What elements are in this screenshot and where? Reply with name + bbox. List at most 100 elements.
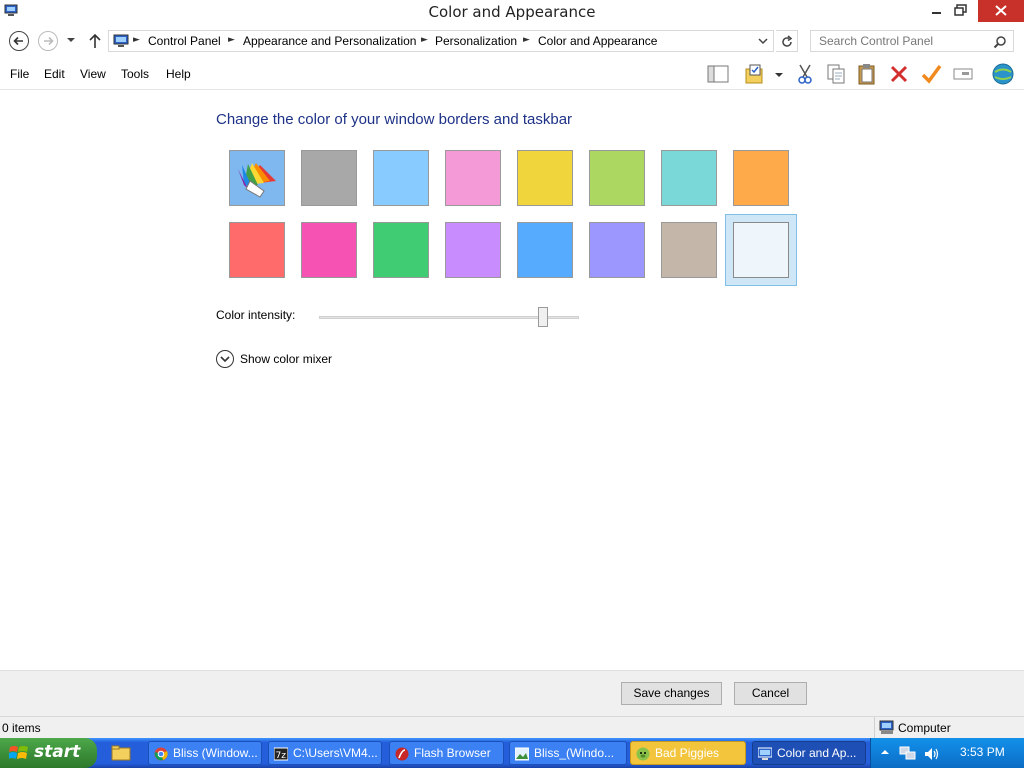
up-arrow-icon[interactable] — [88, 33, 102, 49]
forward-button[interactable] — [38, 31, 58, 51]
close-icon — [995, 5, 1007, 16]
color-swatch-sky[interactable] — [373, 150, 429, 206]
globe-icon[interactable] — [990, 63, 1016, 85]
copy-icon[interactable] — [825, 63, 847, 85]
chevron-down-icon — [220, 356, 230, 363]
status-bar: 0 items Computer — [0, 716, 1024, 739]
file-explorer-icon[interactable] — [111, 744, 131, 762]
show-color-mixer-link[interactable]: Show color mixer — [240, 352, 332, 366]
taskbar: start Bliss (Window... 7z C:\Users\VM4... F… — [0, 738, 1024, 768]
breadcrumb-separator[interactable]: ► — [523, 35, 530, 45]
taskbar-task-label: Bliss (Window... — [173, 746, 258, 760]
color-swatch-taupe[interactable] — [661, 222, 717, 278]
color-swatch-blue[interactable] — [517, 222, 573, 278]
menu-help[interactable]: Help — [166, 67, 191, 81]
menu-view[interactable]: View — [80, 67, 106, 81]
color-swatch-frost[interactable] — [733, 222, 789, 278]
color-swatch-teal[interactable] — [661, 150, 717, 206]
save-changes-button[interactable]: Save changes — [621, 682, 722, 705]
color-swatch-periwinkle[interactable] — [589, 222, 645, 278]
computer-icon — [879, 720, 894, 734]
taskbar-task-label: Color and Ap... — [777, 746, 857, 760]
breadcrumb-appearance-personalization[interactable]: Appearance and Personalization — [243, 34, 416, 48]
windows-logo-icon — [9, 746, 28, 759]
paste-icon[interactable] — [856, 63, 878, 85]
svg-text:7z: 7z — [276, 751, 287, 761]
cut-icon[interactable] — [794, 63, 816, 85]
menu-bar: File Edit View Tools Help — [0, 58, 1024, 90]
taskbar-task-label: Flash Browser — [414, 746, 491, 760]
taskbar-task[interactable]: Color and Ap... — [752, 741, 866, 765]
search-input[interactable]: Search Control Panel — [810, 30, 1014, 52]
layout-pane-icon[interactable] — [707, 63, 729, 85]
close-button[interactable] — [978, 0, 1024, 22]
cancel-button[interactable]: Cancel — [734, 682, 807, 705]
search-icon[interactable] — [993, 35, 1007, 49]
color-swatch-automatic[interactable] — [229, 150, 285, 206]
restore-icon — [954, 4, 967, 16]
color-swatch-lime[interactable] — [589, 150, 645, 206]
system-tray: 3:53 PM — [870, 738, 1024, 768]
menu-edit[interactable]: Edit — [44, 67, 65, 81]
breadcrumb-color-appearance[interactable]: Color and Appearance — [538, 34, 657, 48]
breadcrumb-personalization[interactable]: Personalization — [435, 34, 517, 48]
folder-properties-icon[interactable] — [744, 63, 766, 85]
color-swatch-gray[interactable] — [301, 150, 357, 206]
breadcrumb-control-panel[interactable]: Control Panel — [148, 34, 221, 48]
search-placeholder: Search Control Panel — [819, 34, 934, 48]
color-swatch-green[interactable] — [373, 222, 429, 278]
back-button[interactable] — [9, 31, 29, 51]
volume-icon[interactable] — [923, 746, 941, 762]
chevron-down-icon[interactable] — [772, 63, 786, 85]
color-swatch-yellow[interactable] — [517, 150, 573, 206]
refresh-button[interactable] — [776, 30, 798, 52]
flash-icon — [395, 747, 409, 761]
taskbar-task-label: Bliss_(Windo... — [534, 746, 615, 760]
forward-arrow-icon — [44, 36, 54, 46]
chevron-down-icon[interactable] — [757, 34, 769, 48]
image-icon — [515, 747, 529, 761]
taskbar-task[interactable]: 7z C:\Users\VM4... — [268, 741, 382, 765]
taskbar-task[interactable]: Bliss_(Windo... — [509, 741, 627, 765]
menu-tools[interactable]: Tools — [121, 67, 149, 81]
restore-button[interactable] — [944, 0, 978, 22]
color-swatch-magenta[interactable] — [301, 222, 357, 278]
control-panel-icon — [113, 34, 129, 47]
clock[interactable]: 3:53 PM — [960, 745, 1005, 759]
recent-locations-icon[interactable] — [66, 36, 76, 44]
title-bar: Color and Appearance — [0, 0, 1024, 24]
taskbar-task-label: C:\Users\VM4... — [293, 746, 378, 760]
back-arrow-icon — [13, 36, 23, 46]
piggy-icon — [636, 747, 650, 761]
check-icon[interactable] — [920, 63, 942, 85]
menu-file[interactable]: File — [10, 67, 29, 81]
breadcrumb-separator[interactable]: ► — [228, 35, 235, 45]
color-swatch-violet[interactable] — [445, 222, 501, 278]
slider-thumb[interactable] — [537, 307, 548, 327]
taskbar-task-label: Bad Piggies — [655, 746, 720, 760]
network-icon[interactable] — [899, 746, 917, 762]
button-bar: Save changes Cancel — [0, 670, 1024, 716]
breadcrumb-separator[interactable]: ► — [421, 35, 428, 45]
window-title: Color and Appearance — [428, 3, 596, 21]
delete-icon[interactable] — [888, 63, 910, 85]
color-swatch-red[interactable] — [229, 222, 285, 278]
start-label: start — [34, 742, 81, 762]
address-bar[interactable]: ► Control Panel ► Appearance and Persona… — [108, 30, 774, 52]
refresh-icon — [782, 35, 793, 47]
color-swatch-orange[interactable] — [733, 150, 789, 206]
start-button[interactable]: start — [0, 738, 97, 768]
rename-icon[interactable] — [952, 63, 974, 85]
sevenzip-icon: 7z — [274, 747, 288, 761]
chrome-icon — [154, 747, 168, 761]
chevron-up-icon[interactable] — [880, 746, 890, 758]
address-row: ► Control Panel ► Appearance and Persona… — [0, 24, 1024, 58]
expand-color-mixer-button[interactable] — [216, 350, 234, 368]
content-area: Change the color of your window borders … — [0, 90, 1024, 670]
taskbar-task[interactable]: Flash Browser — [389, 741, 504, 765]
breadcrumb-separator[interactable]: ► — [133, 35, 140, 45]
taskbar-task[interactable]: Bad Piggies — [630, 741, 746, 765]
taskbar-task[interactable]: Bliss (Window... — [148, 741, 262, 765]
color-intensity-label: Color intensity: — [216, 308, 296, 322]
color-swatch-pink[interactable] — [445, 150, 501, 206]
